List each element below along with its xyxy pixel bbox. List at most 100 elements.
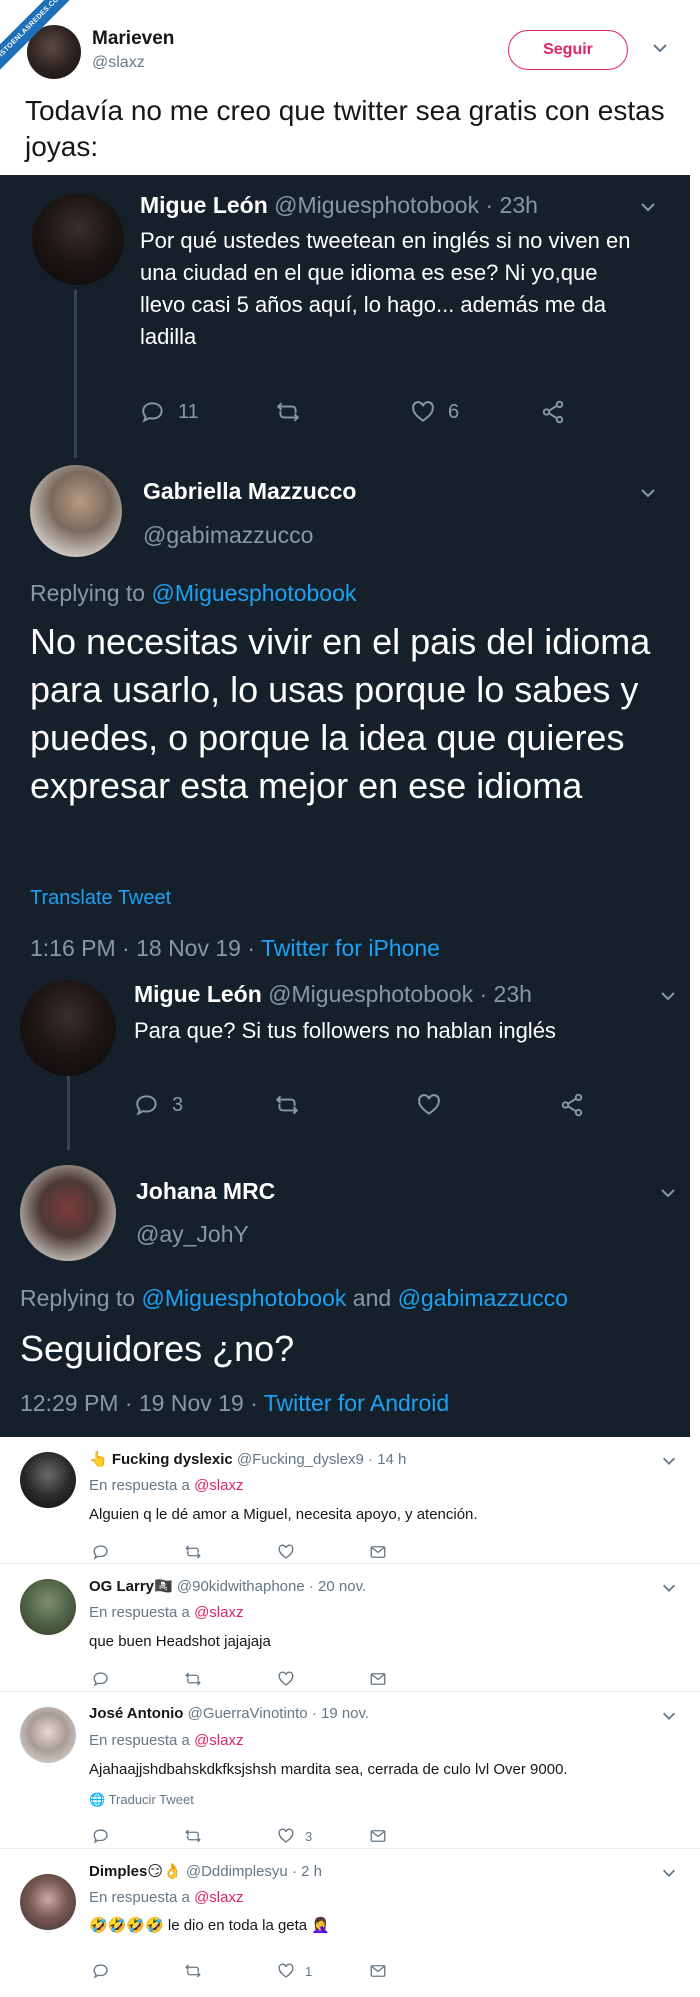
- timestamp[interactable]: 12:29 PM · 19 Nov 19 ·: [20, 1390, 258, 1416]
- avatar[interactable]: [20, 1874, 76, 1930]
- tweet-author[interactable]: OG Larry🏴‍☠️ @90kidwithaphone · 20 nov.: [89, 1577, 366, 1595]
- retweet-button[interactable]: [184, 1960, 212, 1982]
- tweet-author[interactable]: José Antonio @GuerraVinotinto · 19 nov.: [89, 1705, 369, 1722]
- reply-icon: [93, 1545, 108, 1560]
- tweet-time[interactable]: · 20 nov.: [309, 1578, 366, 1595]
- mention-link[interactable]: @Miguesphotobook: [151, 580, 356, 606]
- tweet-author[interactable]: Migue León @Miguesphotobook · 23h: [134, 981, 532, 1008]
- like-button[interactable]: [277, 1541, 305, 1563]
- tweet-time[interactable]: · 2 h: [292, 1863, 322, 1880]
- tweet-actions: 3: [134, 1090, 594, 1120]
- mention-link[interactable]: @slaxz: [194, 1732, 243, 1749]
- author-name[interactable]: José Antonio: [89, 1705, 183, 1722]
- tweet-source[interactable]: Twitter for iPhone: [261, 935, 440, 961]
- avatar[interactable]: [20, 980, 116, 1076]
- author-name[interactable]: Migue León: [140, 192, 268, 218]
- avatar[interactable]: [20, 1707, 76, 1763]
- like-button[interactable]: [277, 1668, 305, 1690]
- chevron-down-icon[interactable]: [660, 1579, 678, 1597]
- timestamp[interactable]: 1:16 PM · 18 Nov 19 ·: [30, 935, 255, 961]
- replying-prefix: En respuesta a: [89, 1732, 190, 1749]
- chevron-down-icon[interactable]: [660, 1707, 678, 1725]
- globe-icon: 🌐: [89, 1792, 106, 1807]
- chevron-down-icon[interactable]: [638, 197, 658, 217]
- tweet-text: Para que? Si tus followers no hablan ing…: [134, 1018, 556, 1043]
- reply-tweet: 👆 Fucking dyslexic @Fucking_dyslex9 · 14…: [0, 1437, 700, 1563]
- avatar[interactable]: [20, 1165, 116, 1261]
- translate-tweet-link[interactable]: Translate Tweet: [30, 887, 171, 910]
- replying-to: Replying to @Miguesphotobook and @gabima…: [20, 1285, 568, 1312]
- author-name[interactable]: Fucking dyslexic: [112, 1451, 233, 1468]
- author-handle[interactable]: @gabimazzucco: [143, 522, 313, 549]
- message-button[interactable]: [369, 1668, 397, 1690]
- mention-link[interactable]: @Miguesphotobook: [141, 1285, 346, 1311]
- author-name[interactable]: Migue León: [134, 981, 262, 1007]
- reply-button[interactable]: 11: [140, 397, 199, 427]
- like-button[interactable]: 6: [410, 397, 459, 427]
- chevron-down-icon[interactable]: [658, 1183, 678, 1203]
- tweet-time[interactable]: · 19 nov.: [312, 1705, 369, 1722]
- avatar[interactable]: [20, 1579, 76, 1635]
- replying-to: En respuesta a @slaxz: [89, 1477, 243, 1494]
- like-button[interactable]: 1: [277, 1960, 312, 1982]
- avatar[interactable]: [32, 193, 124, 285]
- tweet-author[interactable]: Dimples😏👌 @Dddimplesyu · 2 h: [89, 1862, 322, 1880]
- tweet-time[interactable]: · 14 h: [368, 1451, 406, 1468]
- thread-line: [74, 290, 77, 458]
- tweet-author[interactable]: Migue León @Miguesphotobook · 23h: [140, 192, 538, 219]
- mention-link[interactable]: @slaxz: [194, 1477, 243, 1494]
- chevron-down-icon[interactable]: [658, 986, 678, 1006]
- retweet-button[interactable]: [184, 1825, 212, 1847]
- author-handle[interactable]: @GuerraVinotinto: [188, 1705, 308, 1722]
- chevron-down-icon[interactable]: [650, 38, 670, 58]
- author-name[interactable]: Dimples😏👌: [89, 1863, 182, 1880]
- avatar[interactable]: [20, 1452, 76, 1508]
- author-name[interactable]: Marieven: [92, 28, 174, 50]
- message-button[interactable]: [369, 1825, 397, 1847]
- author-handle[interactable]: @Miguesphotobook: [268, 981, 473, 1007]
- author-name[interactable]: OG Larry🏴‍☠️: [89, 1578, 173, 1595]
- mention-link[interactable]: @gabimazzucco: [398, 1285, 568, 1311]
- tweet-source[interactable]: Twitter for Android: [264, 1390, 449, 1416]
- replies-section: 👆 Fucking dyslexic @Fucking_dyslex9 · 14…: [0, 1437, 700, 1997]
- retweet-button[interactable]: [275, 397, 313, 427]
- author-handle[interactable]: @Miguesphotobook: [274, 192, 479, 218]
- retweet-button[interactable]: [184, 1541, 212, 1563]
- retweet-button[interactable]: [274, 1090, 312, 1120]
- reply-button[interactable]: 3: [134, 1090, 183, 1120]
- translate-label[interactable]: Traducir Tweet: [109, 1792, 194, 1807]
- chevron-down-icon[interactable]: [660, 1452, 678, 1470]
- message-button[interactable]: [369, 1960, 397, 1982]
- reply-button[interactable]: [92, 1541, 120, 1563]
- chevron-down-icon[interactable]: [638, 483, 658, 503]
- chevron-down-icon[interactable]: [660, 1864, 678, 1882]
- avatar[interactable]: [30, 465, 122, 557]
- author-handle[interactable]: @Fucking_dyslex9: [237, 1451, 364, 1468]
- tweet-time[interactable]: · 23h: [486, 192, 538, 218]
- author-handle[interactable]: @90kidwithaphone: [177, 1578, 305, 1595]
- like-button[interactable]: [416, 1090, 454, 1120]
- replying-to: En respuesta a @slaxz: [89, 1604, 243, 1621]
- author-handle[interactable]: @Dddimplesyu: [186, 1863, 288, 1880]
- mention-link[interactable]: @slaxz: [194, 1889, 243, 1906]
- like-button[interactable]: 3: [277, 1825, 312, 1847]
- author-name[interactable]: Johana MRC: [136, 1178, 275, 1205]
- author-handle[interactable]: @slaxz: [92, 54, 145, 72]
- share-button[interactable]: [559, 1090, 597, 1120]
- author-name[interactable]: Gabriella Mazzucco: [143, 478, 356, 505]
- tweet-time[interactable]: · 23h: [480, 981, 532, 1007]
- share-button[interactable]: [540, 397, 578, 427]
- retweet-button[interactable]: [184, 1668, 212, 1690]
- translate-tweet-link[interactable]: 🌐 Traducir Tweet: [89, 1792, 194, 1808]
- retweet-icon: [185, 1545, 201, 1559]
- author-handle[interactable]: @ay_JohY: [136, 1221, 249, 1248]
- reply-button[interactable]: [92, 1825, 120, 1847]
- tweet-author[interactable]: 👆 Fucking dyslexic @Fucking_dyslex9 · 14…: [89, 1450, 406, 1468]
- like-count: 3: [305, 1828, 313, 1844]
- reply-button[interactable]: [92, 1960, 120, 1982]
- reply-button[interactable]: [92, 1668, 120, 1690]
- mention-link[interactable]: @slaxz: [194, 1604, 243, 1621]
- retweet-icon: [275, 1095, 299, 1115]
- follow-button[interactable]: Seguir: [508, 30, 628, 70]
- message-button[interactable]: [369, 1541, 397, 1563]
